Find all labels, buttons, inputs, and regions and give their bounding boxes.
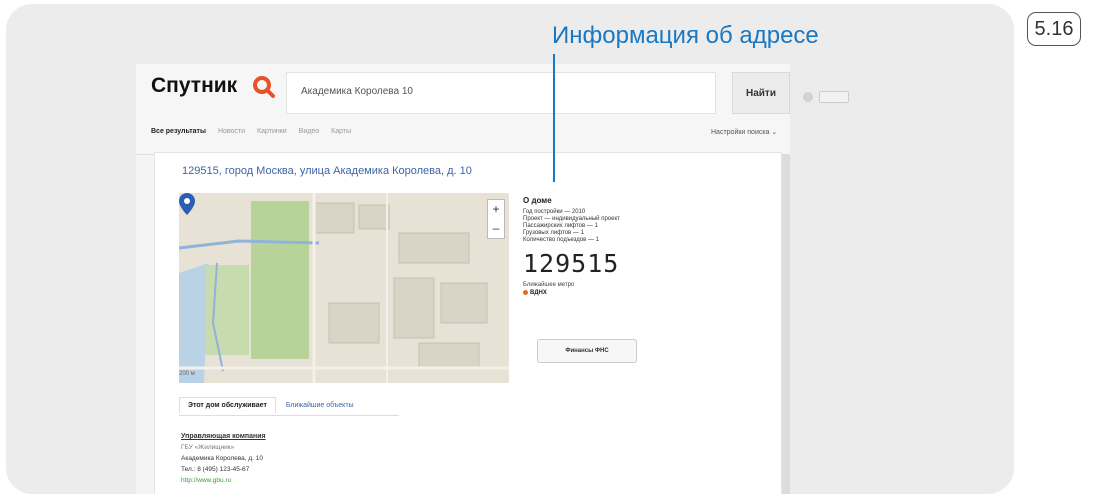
nearby-metro-label: Ближайшее метро xyxy=(523,282,575,288)
tab-nearby-objects[interactable]: Ближайшие объекты xyxy=(286,402,354,409)
map-scale: 200 м xyxy=(179,371,195,377)
about-house-heading: О доме xyxy=(523,196,552,205)
zoom-in-button[interactable]: + xyxy=(488,200,504,219)
address-result-card: 129515, город Москва, улица Академика Ко… xyxy=(154,152,782,494)
browser-screenshot: Спутник Академика Королева 10 Найти Все … xyxy=(136,64,849,494)
figure-number: 5.16 xyxy=(1027,12,1081,46)
management-company: Управляющая компания ГБУ «Жилищник» Акад… xyxy=(181,431,266,486)
callout-line xyxy=(553,54,555,182)
find-button[interactable]: Найти xyxy=(732,72,790,114)
company-subtitle: ГБУ «Жилищник» xyxy=(181,444,235,451)
company-phone: Тел.: 8 (495) 123-45-67 xyxy=(181,466,250,473)
tab-news[interactable]: Новости xyxy=(218,128,245,135)
fact-line: Количество подъездов — 1 xyxy=(523,237,599,243)
fact-line: Пассажирских лифтов — 1 xyxy=(523,223,598,229)
map-graphic xyxy=(179,193,509,383)
fact-line: Грузовых лифтов — 1 xyxy=(523,230,584,236)
search-input[interactable]: Академика Королева 10 xyxy=(286,72,849,114)
search-logo-icon xyxy=(253,76,275,98)
figure-card: Спутник Академика Королева 10 Найти Все … xyxy=(6,4,1014,494)
metro-station-name: ВДНХ xyxy=(530,290,547,297)
metro-station: ВДНХ xyxy=(523,290,663,296)
search-header: Спутник Академика Королева 10 Найти Все … xyxy=(136,64,849,155)
map-zoom-control: + – xyxy=(487,199,505,239)
map-pin-icon[interactable] xyxy=(179,193,195,215)
company-website-link[interactable]: http://www.gbu.ru xyxy=(181,475,266,486)
tab-all[interactable]: Все результаты xyxy=(151,128,206,135)
logo: Спутник xyxy=(151,74,238,97)
right-column xyxy=(781,155,790,494)
callout-label: Информация об адресе xyxy=(552,22,819,49)
company-name-link[interactable]: Управляющая компания xyxy=(181,431,266,442)
metro-line-icon xyxy=(523,290,528,295)
tab-images[interactable]: Картинки xyxy=(257,128,287,135)
map[interactable]: + – xyxy=(179,193,509,383)
tab-house-service[interactable]: Этот дом обслуживает xyxy=(179,397,276,413)
search-tabs: Все результаты Новости Картинки Видео Ка… xyxy=(151,128,351,135)
service-tabs: Этот дом обслуживает Ближайшие объекты xyxy=(179,397,354,413)
search-input-value: Академика Королева 10 xyxy=(301,86,413,97)
fns-button[interactable]: Финансы ФНС xyxy=(537,339,637,363)
address-title-link[interactable]: 129515, город Москва, улица Академика Ко… xyxy=(182,165,472,177)
search-settings-link[interactable]: Настройки поиска ⌄ xyxy=(711,128,777,136)
clear-icon[interactable] xyxy=(803,92,813,102)
about-house-facts: Год постройки — 2010 Проект — индивидуал… xyxy=(523,209,663,244)
fact-line: Проект — индивидуальный проект xyxy=(523,216,620,222)
about-house-panel: О доме Год постройки — 2010 Проект — инд… xyxy=(523,196,663,296)
fact-line: Год постройки — 2010 xyxy=(523,209,586,215)
divider xyxy=(179,415,399,416)
postcode: 129515 xyxy=(523,249,620,278)
tab-maps[interactable]: Карты xyxy=(331,128,351,135)
tab-video[interactable]: Видео xyxy=(299,128,319,135)
company-address: Академика Королева, д. 10 xyxy=(181,455,263,462)
keyboard-icon[interactable] xyxy=(819,91,849,103)
zoom-out-button[interactable]: – xyxy=(488,219,504,238)
